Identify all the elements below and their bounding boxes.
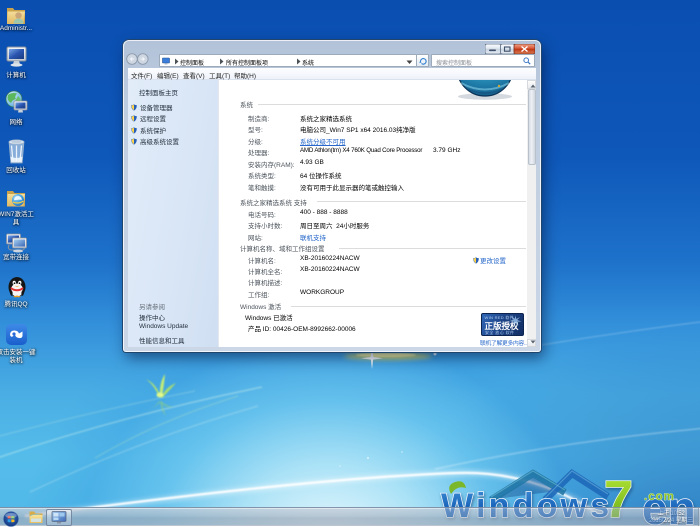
svg-text:.com: .com <box>644 491 675 503</box>
